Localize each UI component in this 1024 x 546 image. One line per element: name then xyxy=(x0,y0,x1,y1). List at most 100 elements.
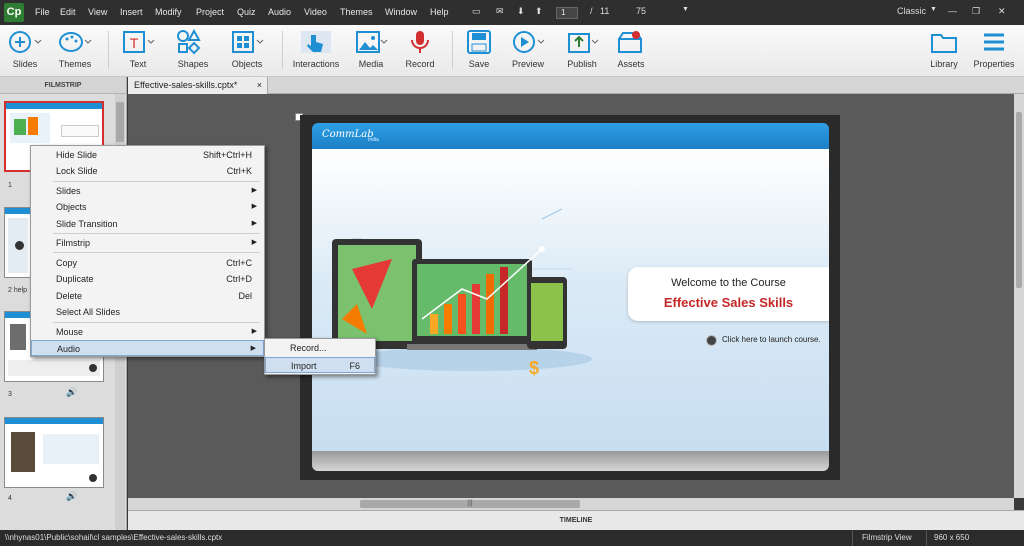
project-size: 960 x 650 xyxy=(934,533,970,542)
menu-audio[interactable]: Audio xyxy=(268,7,291,17)
properties-button[interactable]: Properties xyxy=(968,29,1020,69)
speaker-icon: 🔊 xyxy=(66,491,78,501)
submenu-arrow-icon: ▶ xyxy=(251,239,257,246)
shapes-button[interactable]: Shapes xyxy=(168,29,218,69)
menu-edit[interactable]: Edit xyxy=(60,7,76,17)
submenu-arrow-icon: ▶ xyxy=(250,345,256,352)
play-icon xyxy=(513,31,545,53)
status-bar: \\nhynas01\Public\sohail\cl samples\Effe… xyxy=(0,530,1024,546)
play-circle-icon xyxy=(706,335,717,346)
folder-icon xyxy=(931,34,957,53)
brand-logo: CommLab xyxy=(322,129,374,140)
slide-number-2: 2 help xyxy=(8,287,28,294)
media-button[interactable]: Media xyxy=(346,29,396,69)
menu-mouse[interactable]: Mouse ▶ xyxy=(31,324,264,340)
context-menu: Hide Slide Shift+Ctrl+H Lock Slide Ctrl+K … xyxy=(30,145,265,357)
arrow-up-icon[interactable]: ⬆ xyxy=(535,6,543,17)
menu-project[interactable]: Project xyxy=(196,7,224,17)
library-button[interactable]: Library xyxy=(919,29,969,69)
audio-submenu: Record... Import F6 xyxy=(264,338,376,375)
menu-modify[interactable]: Modify xyxy=(155,7,182,17)
slide-number-4: 4 xyxy=(8,495,12,502)
menu-slide-transition[interactable]: Slide Transition ▶ xyxy=(31,216,264,232)
save-icon xyxy=(467,30,491,54)
save-button[interactable]: Save xyxy=(454,29,504,69)
document-tab-label: Effective-sales-skills.cptx* xyxy=(134,80,238,90)
menu-quiz[interactable]: Quiz xyxy=(237,7,256,17)
zoom-dropdown-icon[interactable]: ▼ xyxy=(682,6,689,13)
slide-thumbnail-4[interactable] xyxy=(4,417,104,488)
menu-window[interactable]: Window xyxy=(385,7,417,17)
slides-button[interactable]: Slides xyxy=(0,29,50,69)
text-icon: T xyxy=(123,31,155,53)
svg-text:$: $ xyxy=(529,358,539,378)
close-button[interactable]: ✕ xyxy=(998,6,1006,17)
status-divider xyxy=(852,530,853,546)
menu-select-all-slides[interactable]: Select All Slides xyxy=(31,304,264,320)
menu-filmstrip[interactable]: Filmstrip ▶ xyxy=(31,235,264,251)
mail-icon[interactable]: ✉ xyxy=(496,6,504,17)
submenu-arrow-icon: ▶ xyxy=(251,328,257,335)
submenu-arrow-icon: ▶ xyxy=(251,187,257,194)
workspace-dropdown-icon[interactable]: ▼ xyxy=(930,6,937,13)
preview-button[interactable]: Preview xyxy=(503,29,553,69)
menu-themes[interactable]: Themes xyxy=(340,7,373,17)
menu-video[interactable]: Video xyxy=(304,7,327,17)
slide-header: CommLab India xyxy=(312,123,829,149)
menu-insert[interactable]: Insert xyxy=(120,7,143,17)
text-button[interactable]: T Text xyxy=(113,29,163,69)
menu-separator xyxy=(53,322,260,323)
add-slide-icon xyxy=(9,31,42,53)
filmstrip-header: FILMSTRIP xyxy=(0,77,126,94)
menu-delete[interactable]: Delete Del xyxy=(31,288,264,304)
zoom-level[interactable]: 75 xyxy=(636,6,646,16)
document-tab-bar: Effective-sales-skills.cptx* × xyxy=(128,77,1024,94)
menu-view[interactable]: View xyxy=(88,7,107,17)
slide-frame: CommLab India $ Welcome to the Course Ef… xyxy=(300,115,840,480)
captivate-logo: Cp xyxy=(4,3,24,22)
stage-horizontal-scroll-thumb[interactable]: ||| xyxy=(360,500,580,508)
menu-audio[interactable]: Audio ▶ xyxy=(31,340,264,356)
current-slide-input[interactable]: 1 xyxy=(556,7,578,19)
interactions-button[interactable]: Interactions xyxy=(290,29,342,69)
palette-icon xyxy=(59,32,92,52)
workspace-selector[interactable]: Classic xyxy=(897,6,926,16)
menu-help[interactable]: Help xyxy=(430,7,449,17)
menu-record-audio[interactable]: Record... xyxy=(265,340,375,356)
welcome-text: Welcome to the Course xyxy=(671,277,786,289)
total-slides: 11 xyxy=(600,6,610,16)
themes-button[interactable]: Themes xyxy=(50,29,100,69)
arrow-down-icon[interactable]: ⬇ xyxy=(517,6,525,17)
launch-text: Click here to launch course. xyxy=(722,335,821,344)
screen-icon[interactable]: ▭ xyxy=(472,6,481,17)
brand-subtitle: India xyxy=(368,137,379,143)
stage-vertical-scroll-thumb[interactable] xyxy=(1016,112,1022,288)
publish-button[interactable]: Publish xyxy=(557,29,607,69)
document-tab[interactable]: Effective-sales-skills.cptx* × xyxy=(128,77,268,94)
minimize-button[interactable]: — xyxy=(948,6,957,16)
image-icon xyxy=(356,31,388,53)
menu-lock-slide[interactable]: Lock Slide Ctrl+K xyxy=(31,163,264,179)
close-tab-icon[interactable]: × xyxy=(257,77,262,94)
menu-import-audio[interactable]: Import F6 xyxy=(265,357,375,373)
assets-button[interactable]: Assets xyxy=(606,29,656,69)
objects-button[interactable]: Objects xyxy=(222,29,272,69)
submenu-arrow-icon: ▶ xyxy=(251,220,257,227)
launch-course-button[interactable]: Click here to launch course. xyxy=(704,333,829,347)
file-path: \\nhynas01\Public\sohail\cl samples\Effe… xyxy=(5,533,223,542)
menu-slides[interactable]: Slides ▶ xyxy=(31,183,264,199)
menu-hide-slide[interactable]: Hide Slide Shift+Ctrl+H xyxy=(31,147,264,163)
filmstrip-scroll-thumb[interactable] xyxy=(116,102,124,142)
maximize-button[interactable]: ❐ xyxy=(972,6,980,17)
menu-objects[interactable]: Objects ▶ xyxy=(31,199,264,215)
menu-duplicate[interactable]: Duplicate Ctrl+D xyxy=(31,271,264,287)
toolbar-divider xyxy=(108,31,109,69)
toolbar-divider xyxy=(452,31,453,69)
menu-separator xyxy=(53,252,260,253)
record-button[interactable]: Record xyxy=(395,29,445,69)
menu-file[interactable]: File xyxy=(35,7,50,17)
publish-icon xyxy=(568,33,599,53)
assets-icon xyxy=(618,31,642,53)
menu-copy[interactable]: Copy Ctrl+C xyxy=(31,255,264,271)
timeline-panel[interactable]: TIMELINE xyxy=(128,510,1024,530)
